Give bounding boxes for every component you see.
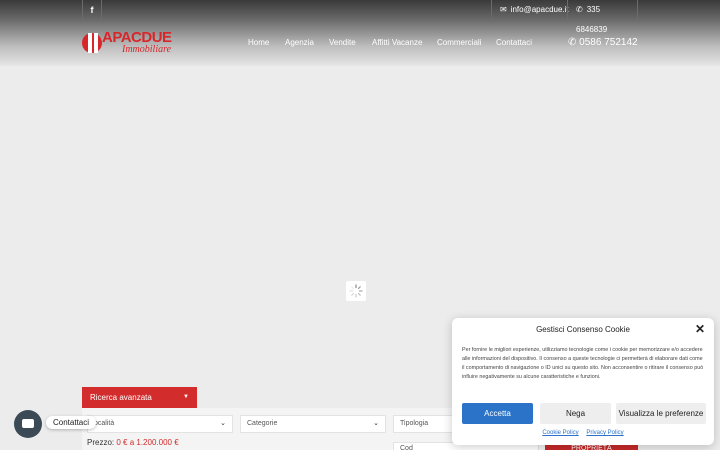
deny-button[interactable]: Nega: [540, 403, 611, 424]
chat-icon: [22, 419, 34, 428]
topbar-email-text: info@apacdue.it: [510, 5, 569, 14]
advanced-search-label: Ricerca avanzata: [90, 393, 152, 402]
logo-subtitle: Immobiliare: [122, 44, 172, 55]
header-phone[interactable]: ✆ 0586 752142: [568, 37, 638, 48]
category-select-value: Categorie: [247, 420, 278, 427]
facebook-icon[interactable]: f: [82, 0, 102, 20]
price-range: Prezzo: 0 € a 1.200.000 €: [87, 438, 179, 447]
whatsapp-icon: ✆: [576, 5, 583, 14]
cookie-policy-link[interactable]: Cookie Policy: [542, 430, 578, 436]
cookie-dialog-links: Cookie Policy Privacy Policy: [452, 430, 714, 436]
nav-item-agenzia[interactable]: Agenzia: [285, 38, 314, 47]
envelope-icon: ✉: [500, 5, 507, 14]
site-header: f ✉ info@apacdue.it ✆ 335 6846839 APACDUE …: [0, 0, 720, 66]
price-label: Prezzo:: [87, 438, 115, 447]
chevron-down-icon: ⌄: [220, 420, 226, 427]
nav-item-commerciali[interactable]: Commerciali: [437, 38, 481, 47]
contact-widget-label[interactable]: Contattaci: [46, 416, 97, 429]
location-select[interactable]: ocalità ⌄: [87, 415, 233, 433]
close-icon[interactable]: ✕: [695, 322, 705, 336]
type-select-value: Tipologia: [400, 420, 429, 427]
view-preferences-button[interactable]: Visualizza le preferenze: [616, 403, 706, 424]
top-bar: f ✉ info@apacdue.it ✆ 335 6846839: [82, 0, 638, 34]
cookie-dialog-title: Gestisci Consenso Cookie: [536, 325, 630, 334]
nav-item-contattaci[interactable]: Contattaci: [496, 38, 532, 47]
logo-mark-icon: [82, 33, 102, 53]
topbar-phone[interactable]: ✆ 335 6846839: [567, 0, 638, 34]
location-select-value: ocalità: [94, 420, 115, 427]
nav-item-affitti-vacanze[interactable]: Affitti Vacanze: [372, 38, 422, 47]
advanced-search-tab[interactable]: Ricerca avanzata ▼: [82, 387, 197, 408]
caret-down-icon: ▼: [183, 394, 189, 400]
header-phone-number: 0586 752142: [579, 37, 638, 48]
chevron-down-icon: ⌄: [373, 420, 379, 427]
nav-item-home[interactable]: Home: [248, 38, 269, 47]
topbar-email[interactable]: ✉ info@apacdue.it: [491, 0, 577, 20]
phone-icon: ✆: [568, 37, 577, 48]
privacy-policy-link[interactable]: Privacy Policy: [586, 430, 623, 436]
site-logo[interactable]: APACDUE Immobiliare: [82, 29, 176, 57]
accept-button[interactable]: Accetta: [462, 403, 533, 424]
cookie-dialog-text: Per fornire le migliori esperienze, util…: [462, 347, 704, 380]
nav-item-vendite[interactable]: Vendite: [329, 38, 356, 47]
cookie-consent-dialog: Gestisci Consenso Cookie ✕ Per fornire l…: [452, 318, 714, 445]
loading-spinner-icon: [346, 281, 366, 301]
category-select[interactable]: Categorie ⌄: [240, 415, 386, 433]
contact-widget-button[interactable]: [14, 410, 42, 438]
price-range-value: 0 € a 1.200.000 €: [116, 438, 179, 447]
